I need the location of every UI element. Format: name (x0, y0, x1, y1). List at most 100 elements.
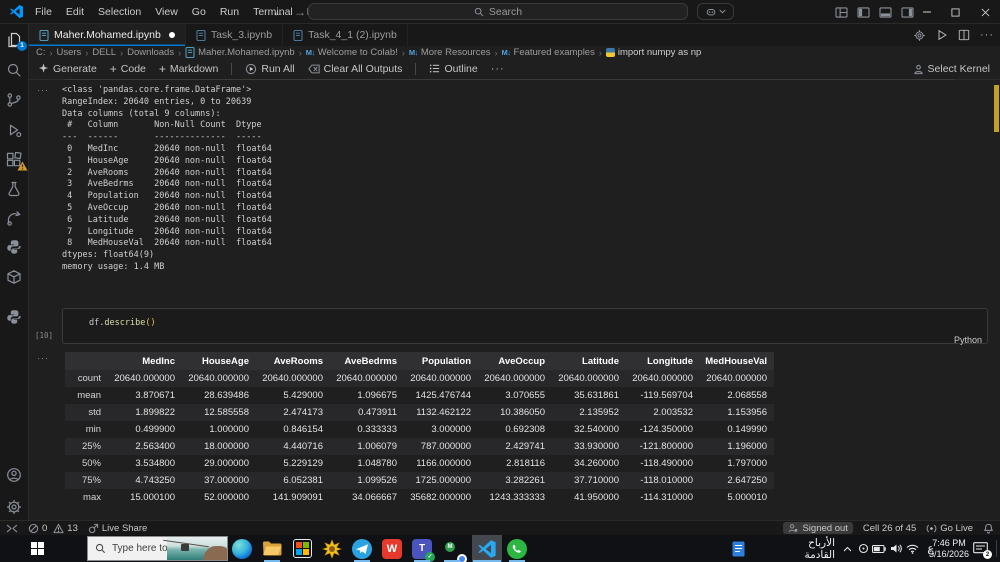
menu-view[interactable]: View (148, 0, 185, 24)
split-editor-icon[interactable] (958, 29, 970, 41)
outline-button[interactable]: Outline (429, 63, 478, 75)
sidebar-item-explorer[interactable]: 1 (0, 28, 28, 52)
breadcrumb-item[interactable]: C: (36, 47, 46, 58)
vscode-logo[interactable] (9, 4, 24, 19)
breadcrumb-item[interactable]: Downloads (127, 47, 174, 58)
breadcrumb-item[interactable]: Welcome to Colab! (318, 47, 398, 58)
python-icon (7, 240, 21, 254)
toolbar-more-icon[interactable]: ··· (491, 63, 505, 75)
overview-ruler-warning (994, 85, 999, 132)
table-cell: 34.260000 (552, 455, 626, 472)
maximize-icon[interactable] (941, 0, 970, 24)
customize-layout-icon[interactable] (835, 6, 848, 18)
cell-position[interactable]: Cell 26 of 45 (863, 523, 916, 534)
notebook-settings-icon[interactable] (913, 29, 926, 42)
sidebar-item-search[interactable] (0, 58, 28, 82)
tray-expand[interactable] (843, 535, 852, 562)
account-button[interactable] (0, 463, 28, 487)
menu-go[interactable]: Go (185, 0, 213, 24)
breadcrumb-item[interactable]: Maher.Mohamed.ipynb (198, 47, 295, 58)
signed-out-status[interactable]: Signed out (783, 522, 853, 534)
table-cell: 29.000000 (182, 455, 256, 472)
menu-run[interactable]: Run (213, 0, 246, 24)
tab-maher-mohamed-ipynb[interactable]: Maher.Mohamed.ipynb (29, 24, 186, 46)
breadcrumb-item[interactable]: Users (57, 47, 82, 58)
sidebar-item-jupyter[interactable] (0, 265, 28, 289)
code-cell[interactable]: df.describe() (62, 308, 988, 344)
menu-file[interactable]: File (28, 0, 59, 24)
taskbar-wps[interactable]: W (377, 535, 407, 562)
clear-all-outputs-button[interactable]: Clear All Outputs (307, 63, 402, 75)
add-markdown-button[interactable]: + Markdown (159, 62, 218, 76)
taskbar-vscode[interactable] (472, 535, 502, 562)
copilot-menu[interactable] (697, 3, 734, 20)
pinned-document-label[interactable]: الأرباح القادمة (804, 535, 835, 562)
tray-ring[interactable] (858, 535, 869, 562)
settings-button[interactable] (0, 495, 28, 519)
cell-language-picker[interactable]: Python (954, 335, 982, 345)
sidebar-item-python[interactable] (0, 235, 28, 259)
breadcrumb-item[interactable]: import numpy as np (618, 47, 701, 58)
menu-selection[interactable]: Selection (91, 0, 148, 24)
output-menu-icon[interactable]: ··· (37, 354, 49, 363)
taskbar-store[interactable] (287, 535, 317, 562)
sidebar-item-testing[interactable] (0, 177, 28, 201)
taskbar-search-input[interactable]: Type here to search (87, 536, 228, 561)
table-cell: 35682.000000 (404, 489, 478, 506)
close-icon[interactable] (971, 0, 1000, 24)
breadcrumb-item[interactable]: DELL (92, 47, 116, 58)
minimize-icon[interactable] (912, 0, 941, 24)
taskbar-telegram[interactable] (347, 535, 377, 562)
table-cell: -119.569704 (626, 387, 700, 404)
row-index: 75% (65, 472, 108, 489)
sidebar-item-python-env[interactable] (0, 305, 28, 329)
generate-button[interactable]: Generate (38, 63, 97, 75)
bell-icon[interactable] (983, 523, 994, 534)
add-code-button[interactable]: + Code (110, 62, 146, 76)
taskbar-edge[interactable] (227, 535, 257, 562)
show-desktop-divider[interactable] (996, 540, 997, 557)
run-icon[interactable] (936, 29, 948, 41)
taskbar-clock[interactable]: 7:46 PM 3/16/2026 (922, 538, 976, 559)
output-menu-icon[interactable]: ··· (37, 86, 49, 95)
sidebar-item-extensions[interactable] (0, 148, 28, 172)
toggle-panel-icon[interactable] (879, 6, 892, 18)
problems-indicator[interactable]: 0 13 (28, 523, 78, 534)
toggle-sidebar-icon[interactable] (857, 6, 870, 18)
sidebar-item-live-share[interactable] (0, 206, 28, 230)
taskbar-teams[interactable]: T ✓ (407, 535, 437, 562)
taskbar-star-app[interactable] (317, 535, 347, 562)
breadcrumb-item[interactable]: Featured examples (514, 47, 595, 58)
tray-volume[interactable] (890, 535, 903, 562)
modified-dot[interactable] (168, 32, 175, 38)
start-button[interactable] (0, 535, 76, 562)
tray-battery[interactable] (872, 535, 886, 562)
pinned-document[interactable] (732, 535, 745, 562)
menu-edit[interactable]: Edit (59, 0, 91, 24)
notification-center[interactable]: 2 (973, 535, 992, 562)
more-actions-icon[interactable]: ··· (980, 29, 994, 41)
edge-icon (232, 538, 252, 559)
taskbar-chrome[interactable]: M (437, 535, 467, 562)
sidebar-item-run-debug[interactable] (0, 118, 28, 142)
code-line[interactable]: df.describe() (89, 318, 156, 328)
tray-wifi[interactable] (906, 535, 919, 562)
table-cell: 28.639486 (182, 387, 256, 404)
live-share-icon (88, 523, 99, 533)
run-all-button[interactable]: Run All (245, 62, 295, 75)
remote-indicator[interactable] (6, 523, 18, 534)
tab-task-3-ipynb[interactable]: Task_3.ipynb (185, 24, 284, 46)
live-share-status[interactable]: Live Share (88, 523, 147, 534)
tab-task-4-1-2-ipynb[interactable]: Task_4_1 (2).ipynb (283, 24, 408, 46)
breadcrumb-item[interactable]: More Resources (421, 47, 491, 58)
go-live-button[interactable]: Go Live (926, 523, 973, 534)
taskbar-file-explorer[interactable] (257, 535, 287, 562)
sidebar-item-source-control[interactable] (0, 88, 28, 112)
command-center-search[interactable]: Search (308, 3, 688, 20)
select-kernel-button[interactable]: Select Kernel (913, 58, 990, 80)
run-all-label: Run All (261, 62, 295, 75)
back-arrow-icon[interactable]: ← (272, 5, 284, 19)
forward-arrow-icon[interactable]: → (294, 5, 306, 19)
taskbar-whatsapp[interactable] (502, 535, 532, 562)
signed-out-icon (789, 524, 798, 533)
